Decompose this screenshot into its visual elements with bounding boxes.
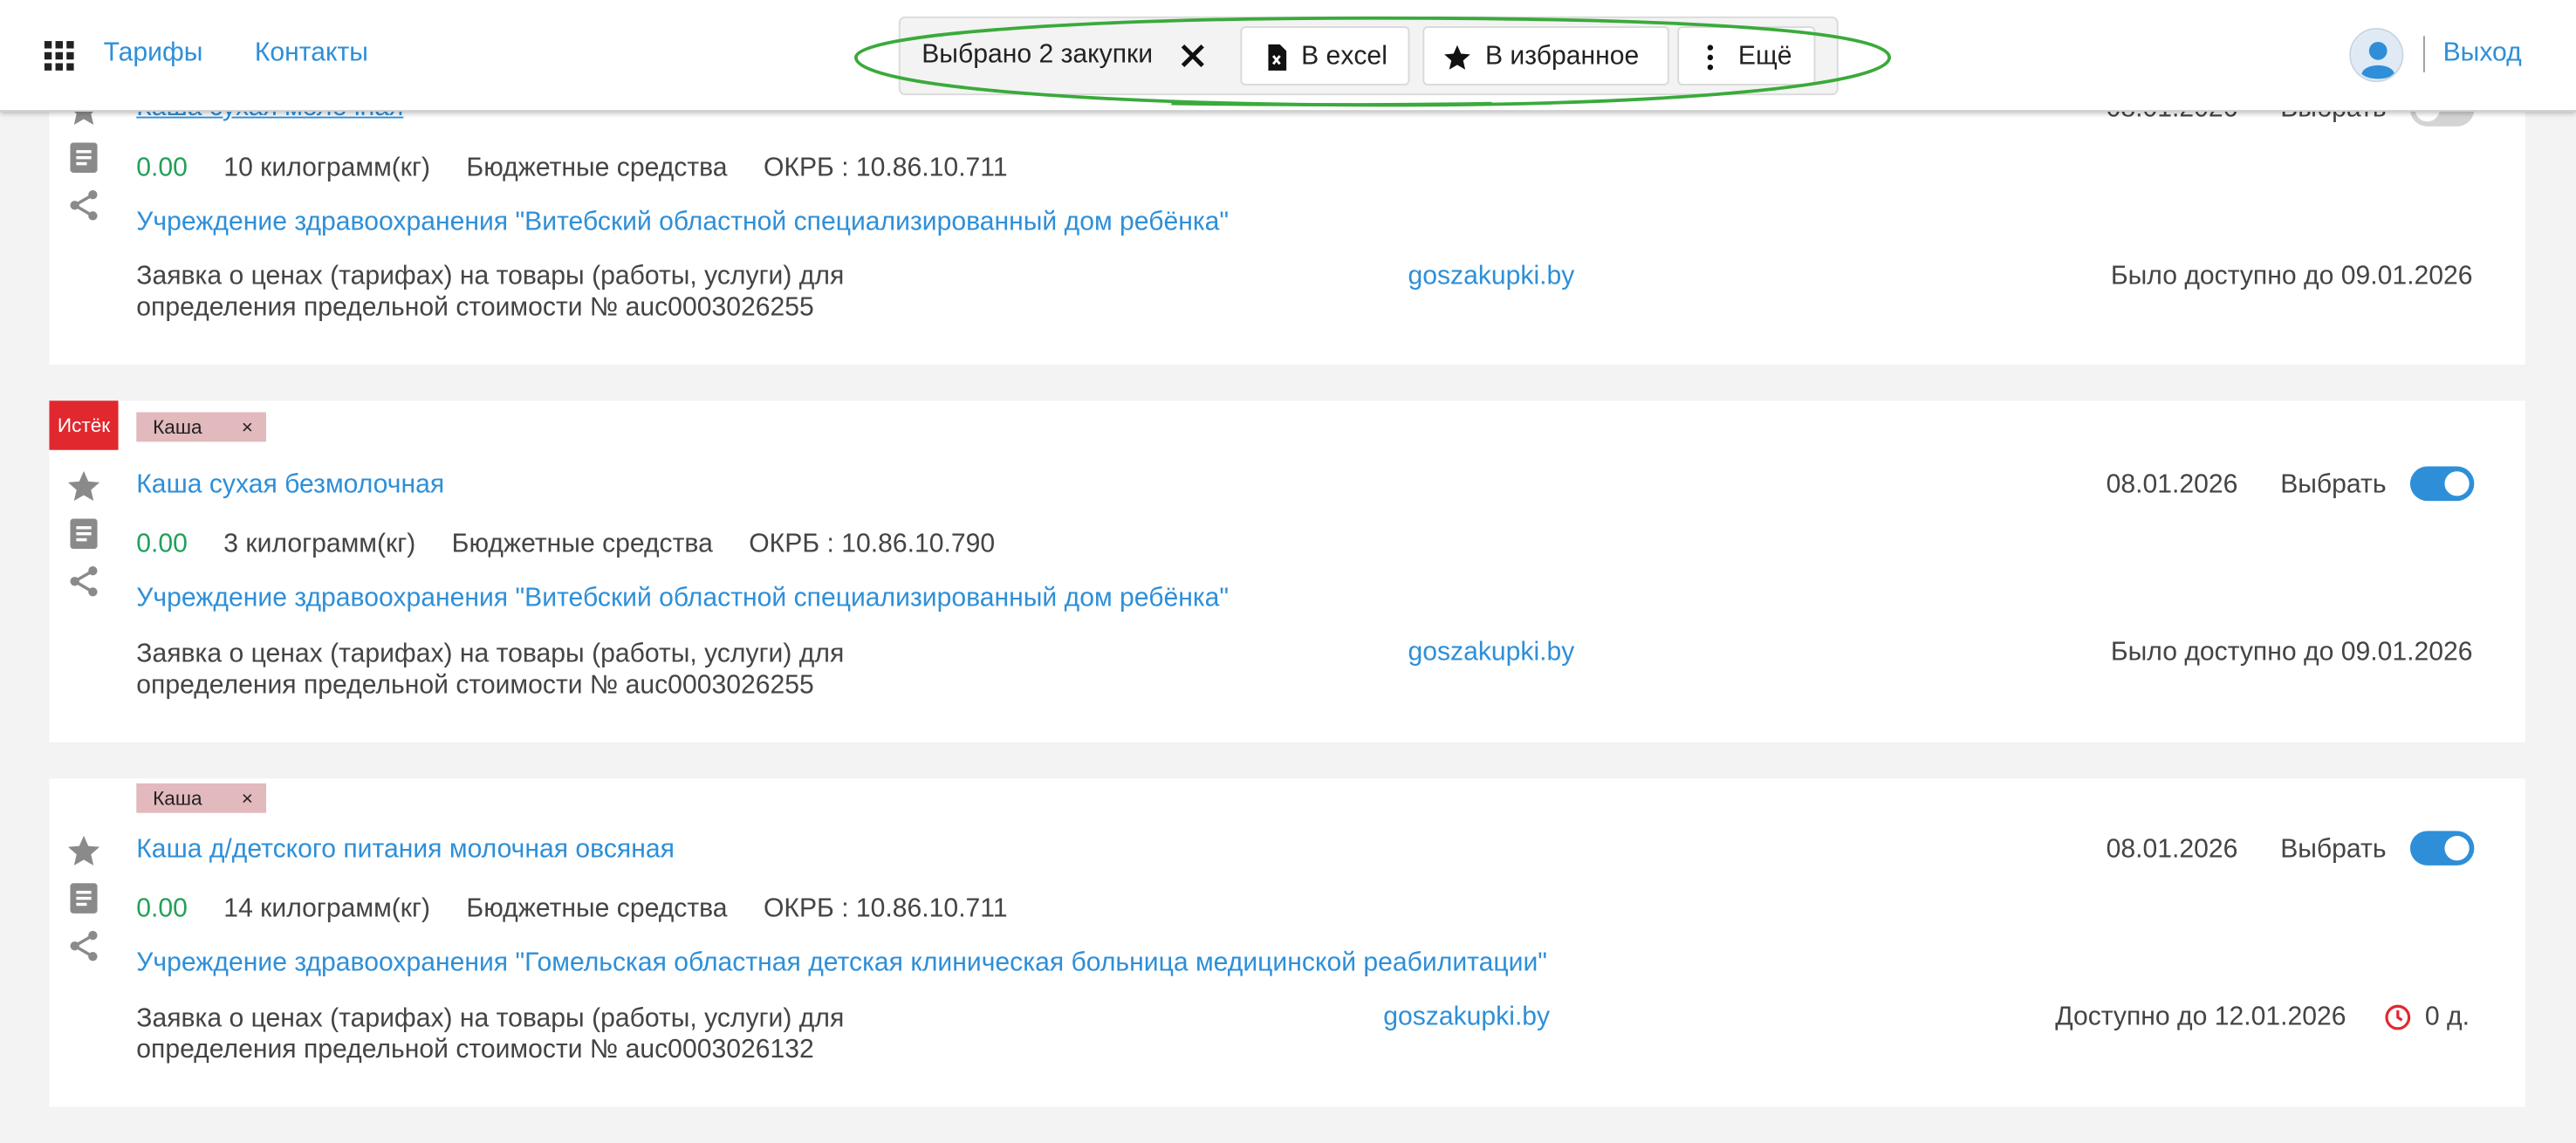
quantity: 3 килограмм(кг) [223, 530, 416, 558]
procurement-title[interactable]: Каша сухая безмолочная [136, 471, 444, 501]
add-to-favorites-label: В избранное [1484, 42, 1640, 71]
expired-badge: Истёк [49, 400, 119, 450]
quantity: 10 килограмм(кг) [223, 154, 431, 182]
source-link[interactable]: goszakupki.by [1383, 1003, 1550, 1033]
header-divider [2422, 36, 2425, 72]
export-excel-label: В excel [1301, 42, 1387, 71]
more-button[interactable]: Ещё [1677, 26, 1816, 86]
availability: Доступно до 12.01.2026 [2055, 1003, 2346, 1032]
share-icon[interactable] [65, 564, 101, 599]
excel-file-icon [1268, 44, 1287, 71]
apps-grid-icon[interactable] [44, 41, 74, 71]
description-line: Заявка о ценах (тарифах) на товары (рабо… [136, 263, 845, 291]
tag-label: Каша [153, 415, 202, 439]
select-label: Выбрать [2280, 836, 2387, 865]
source-link[interactable]: goszakupki.by [1408, 639, 1574, 668]
procurement-meta: 0.00 14 килограмм(кг) Бюджетные средства ОК… [136, 895, 1044, 925]
nav-link-contacts[interactable]: Контакты [255, 39, 368, 69]
funding: Бюджетные средства [451, 530, 713, 558]
procurement-date: 08.01.2026 [2106, 836, 2238, 865]
favorite-star-icon[interactable] [65, 468, 101, 503]
description-line: определения предельной стоимости № auc00… [136, 293, 814, 322]
select-toggle[interactable] [2409, 831, 2475, 866]
favorite-star-icon[interactable] [65, 832, 101, 868]
description-line: определения предельной стоимости № auc00… [136, 671, 814, 700]
add-to-favorites-button[interactable]: В избранное [1422, 26, 1669, 86]
share-icon[interactable] [65, 927, 101, 963]
price: 0.00 [136, 894, 188, 923]
organization-link[interactable]: Учреждение здравоохранения "Витебский об… [136, 209, 1229, 238]
price: 0.00 [136, 530, 188, 558]
more-label: Ещё [1737, 42, 1792, 71]
procurement-description: Заявка о ценах (тарифах) на товары (рабо… [136, 639, 844, 702]
clock-icon [2385, 1004, 2411, 1030]
organization-link[interactable]: Учреждение здравоохранения "Витебский об… [136, 585, 1229, 614]
procurement-meta: 0.00 3 килограмм(кг) Бюджетные средства ОКР… [136, 530, 1031, 560]
document-icon[interactable] [65, 880, 101, 916]
remove-tag-icon[interactable]: × [242, 412, 253, 441]
selection-toolbar: Выбрано 2 закупки В excel В избранное Ещ… [898, 16, 1839, 96]
source-link[interactable]: goszakupki.by [1408, 263, 1574, 292]
price: 0.00 [136, 154, 188, 182]
description-line: Заявка о ценах (тарифах) на товары (рабо… [136, 1004, 845, 1033]
days-left: 0 д. [2424, 1003, 2470, 1032]
selection-count-label: Выбрано 2 закупки [921, 41, 1154, 70]
procurement-description: Заявка о ценах (тарифах) на товары (рабо… [136, 1003, 844, 1066]
organization-link[interactable]: Учреждение здравоохранения "Гомельская о… [136, 949, 1547, 979]
close-icon[interactable] [1178, 41, 1208, 71]
user-icon [2352, 30, 2402, 81]
top-header: Тарифы Контакты Выбрано 2 закупки В exce… [0, 0, 2576, 112]
okrb-code: ОКРБ : 10.86.10.711 [763, 154, 1008, 182]
document-icon[interactable] [65, 516, 101, 551]
procurement-meta: 0.00 10 килограмм(кг) Бюджетные средства ОК… [136, 154, 1044, 184]
document-icon[interactable] [65, 140, 101, 175]
logout-link[interactable]: Выход [2443, 39, 2522, 69]
share-icon[interactable] [65, 188, 101, 223]
description-line: Заявка о ценах (тарифах) на товары (рабо… [136, 640, 845, 669]
nav-link-tariffs[interactable]: Тарифы [104, 39, 203, 69]
tag-label: Каша [153, 786, 202, 810]
tag-chip: Каша × [136, 412, 266, 442]
procurement-title[interactable]: Каша д/детского питания молочная овсяная [136, 836, 675, 866]
user-avatar[interactable] [2349, 27, 2404, 83]
availability: Было доступно до 09.01.2026 [2110, 263, 2473, 291]
tag-chip: Каша × [136, 783, 266, 813]
description-line: определения предельной стоимости № auc00… [136, 1036, 814, 1064]
clear-selection-button[interactable]: Выбрано 2 закупки [903, 26, 1230, 86]
page: Каша сухая молочная 08.01.2026 Выбрать 0… [0, 0, 2576, 1143]
procurement-date: 08.01.2026 [2106, 471, 2238, 500]
funding: Бюджетные средства [466, 154, 728, 182]
export-excel-button[interactable]: В excel [1240, 26, 1410, 86]
funding: Бюджетные средства [466, 894, 728, 923]
okrb-code: ОКРБ : 10.86.10.790 [749, 530, 996, 558]
procurement-description: Заявка о ценах (тарифах) на товары (рабо… [136, 261, 844, 324]
star-icon [1444, 44, 1470, 70]
remove-tag-icon[interactable]: × [242, 784, 253, 813]
availability: Было доступно до 09.01.2026 [2110, 639, 2473, 667]
select-label: Выбрать [2280, 471, 2387, 500]
okrb-code: ОКРБ : 10.86.10.711 [763, 894, 1008, 923]
quantity: 14 килограмм(кг) [223, 894, 431, 923]
more-vertical-icon [1707, 44, 1714, 71]
select-toggle[interactable] [2409, 466, 2475, 502]
